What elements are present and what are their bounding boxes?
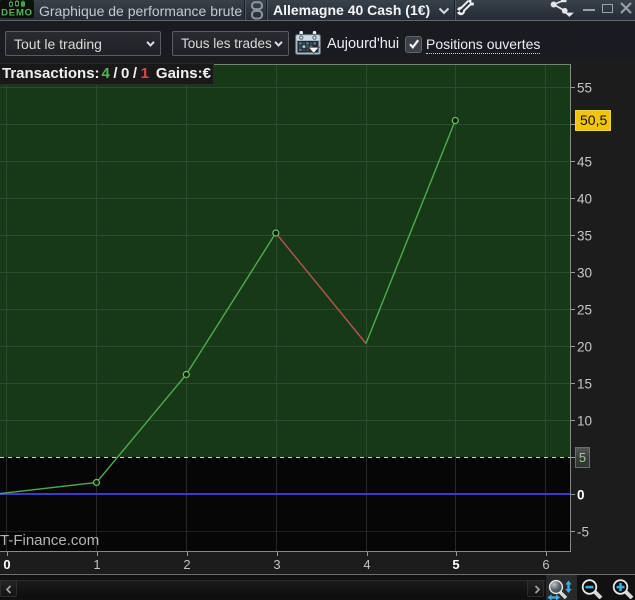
svg-text:DEMO: DEMO bbox=[1, 8, 33, 19]
